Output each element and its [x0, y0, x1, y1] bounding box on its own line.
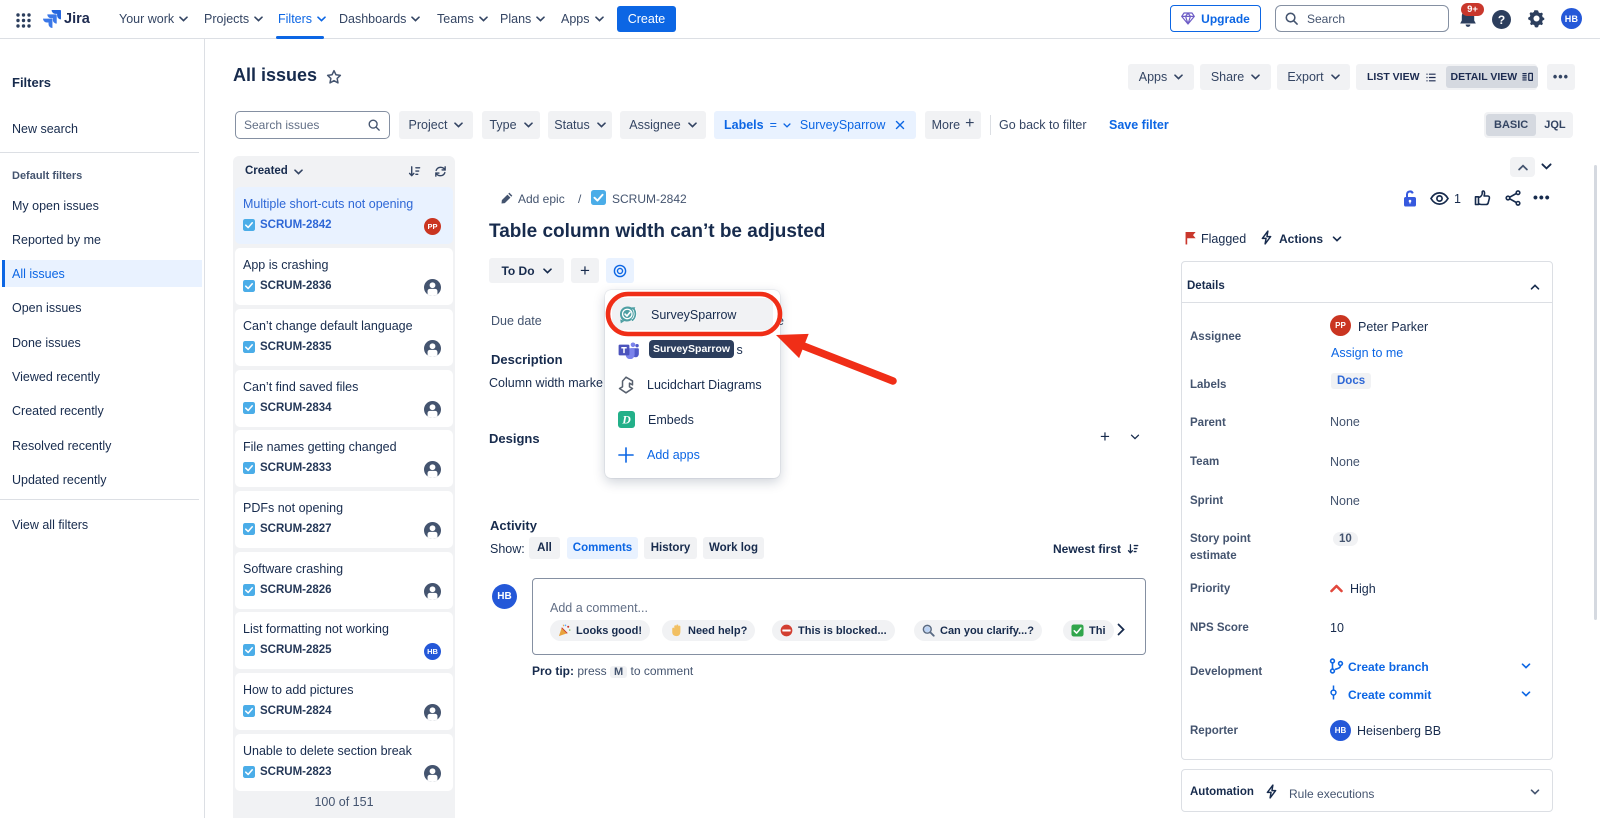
svg-text:D: D: [621, 413, 631, 427]
